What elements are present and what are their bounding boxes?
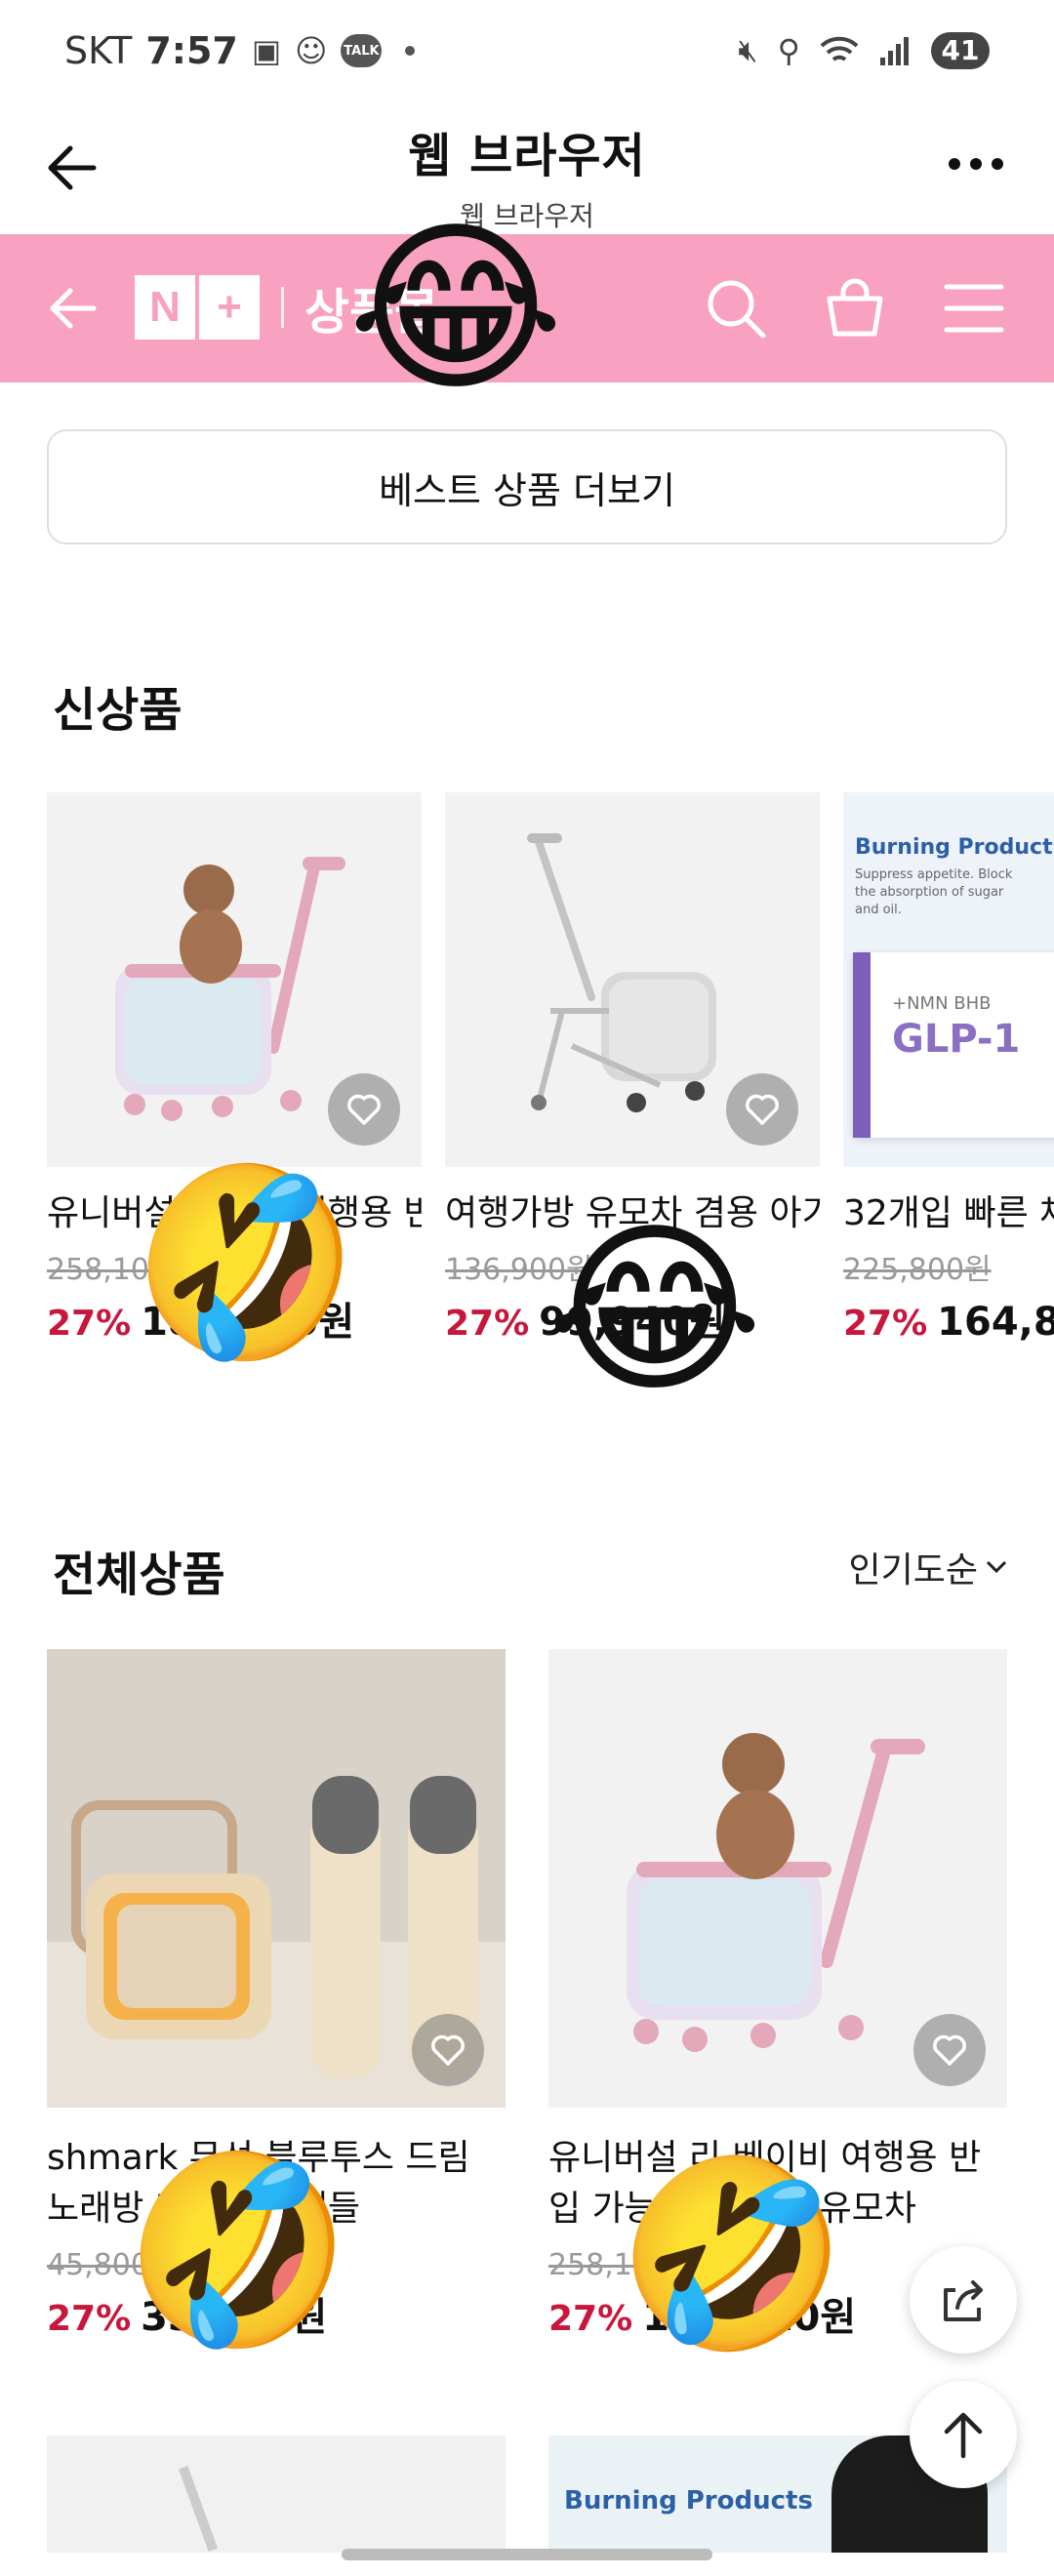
sale-price: 27%164,830원	[843, 1300, 1054, 1345]
image-heading: Burning Products	[564, 2486, 813, 2516]
page-title: 웹 브라우저	[408, 129, 646, 183]
more-options-icon[interactable]	[949, 158, 1003, 170]
new-products-heading: 신상품	[53, 683, 182, 738]
notification-dot-icon	[405, 46, 416, 56]
all-products-heading: 전체상품	[53, 1548, 225, 1602]
mute-icon: 🔇︎	[738, 31, 758, 68]
share-icon	[944, 2280, 983, 2321]
discount-rate: 27%	[843, 1304, 928, 1344]
product-image[interactable]: Burning Products Suppress appetite. Bloc…	[843, 792, 1054, 1167]
chevron-down-icon	[986, 1560, 1007, 1574]
nplus-logo[interactable]: N +	[135, 275, 260, 340]
product-card-peek[interactable]	[47, 2435, 506, 2553]
sort-dropdown[interactable]: 인기도순	[849, 1542, 1007, 1592]
battery-icon: 41	[931, 31, 990, 69]
logo-divider	[281, 287, 284, 328]
arrow-up-icon	[944, 2412, 983, 2459]
clock: 7:57	[145, 29, 238, 72]
product-image[interactable]	[548, 1649, 1007, 2108]
menu-icon[interactable]	[939, 273, 1009, 343]
discount-rate: 27%	[47, 2299, 132, 2339]
best-products-more-button[interactable]: 베스트 상품 더보기	[47, 429, 1007, 544]
status-bar: SKT 7:57 ▣ ☺ TALK 🔇︎ ⚲ 41	[0, 0, 1054, 107]
scroll-to-top-button[interactable]	[910, 2381, 1017, 2488]
sort-label: 인기도순	[848, 1550, 978, 1590]
discount-rate: 27%	[47, 1304, 132, 1344]
share-button[interactable]	[910, 2246, 1017, 2354]
face-icon: ☺	[295, 32, 328, 69]
search-icon[interactable]	[701, 273, 771, 343]
laughing-emoji-sticker: 😂	[347, 201, 565, 417]
wishlist-heart-icon[interactable]	[913, 2014, 986, 2086]
original-price: 225,800원	[843, 1253, 992, 1287]
rolling-laughing-emoji-sticker: 🤣	[106, 1129, 386, 1397]
image-heading: Burning Products	[855, 835, 1054, 860]
location-icon: ⚲	[777, 31, 800, 69]
signal-icon	[880, 36, 909, 65]
store-back-icon[interactable]	[43, 279, 101, 338]
image-caption: Suppress appetite. Block the absorption …	[855, 867, 1013, 917]
wishlist-heart-icon[interactable]	[412, 2014, 484, 2086]
rolling-laughing-emoji-sticker: 🤣	[617, 2147, 848, 2362]
product-name[interactable]: 32개입 빠른 체지방 감소 및 NAD+ 지원	[843, 1188, 1054, 1239]
product-image[interactable]	[47, 1649, 506, 2108]
home-indicator[interactable]	[342, 2549, 712, 2560]
wifi-icon	[820, 36, 859, 61]
discount-rate: 27%	[445, 1304, 530, 1344]
wishlist-heart-icon[interactable]	[726, 1073, 798, 1146]
wishlist-heart-icon[interactable]	[328, 1073, 400, 1146]
talk-icon: TALK	[341, 34, 383, 67]
laughing-emoji-sticker: 😂	[547, 1202, 764, 1418]
shopping-bag-icon[interactable]	[820, 273, 890, 343]
rolling-laughing-emoji-sticker: 🤣	[99, 2116, 379, 2385]
product-image[interactable]	[47, 792, 422, 1167]
carrier-label: SKT	[64, 29, 133, 72]
screenshot-icon: ▣	[251, 32, 282, 69]
new-product-card[interactable]: Burning Products Suppress appetite. Bloc…	[843, 792, 1054, 1347]
product-image[interactable]	[445, 792, 820, 1167]
product-box-image: +NMN BHB GLP-1	[853, 952, 1054, 1138]
screen: SKT 7:57 ▣ ☺ TALK 🔇︎ ⚲ 41 웹 브라우저 웹 브라우저 …	[0, 0, 1054, 2576]
